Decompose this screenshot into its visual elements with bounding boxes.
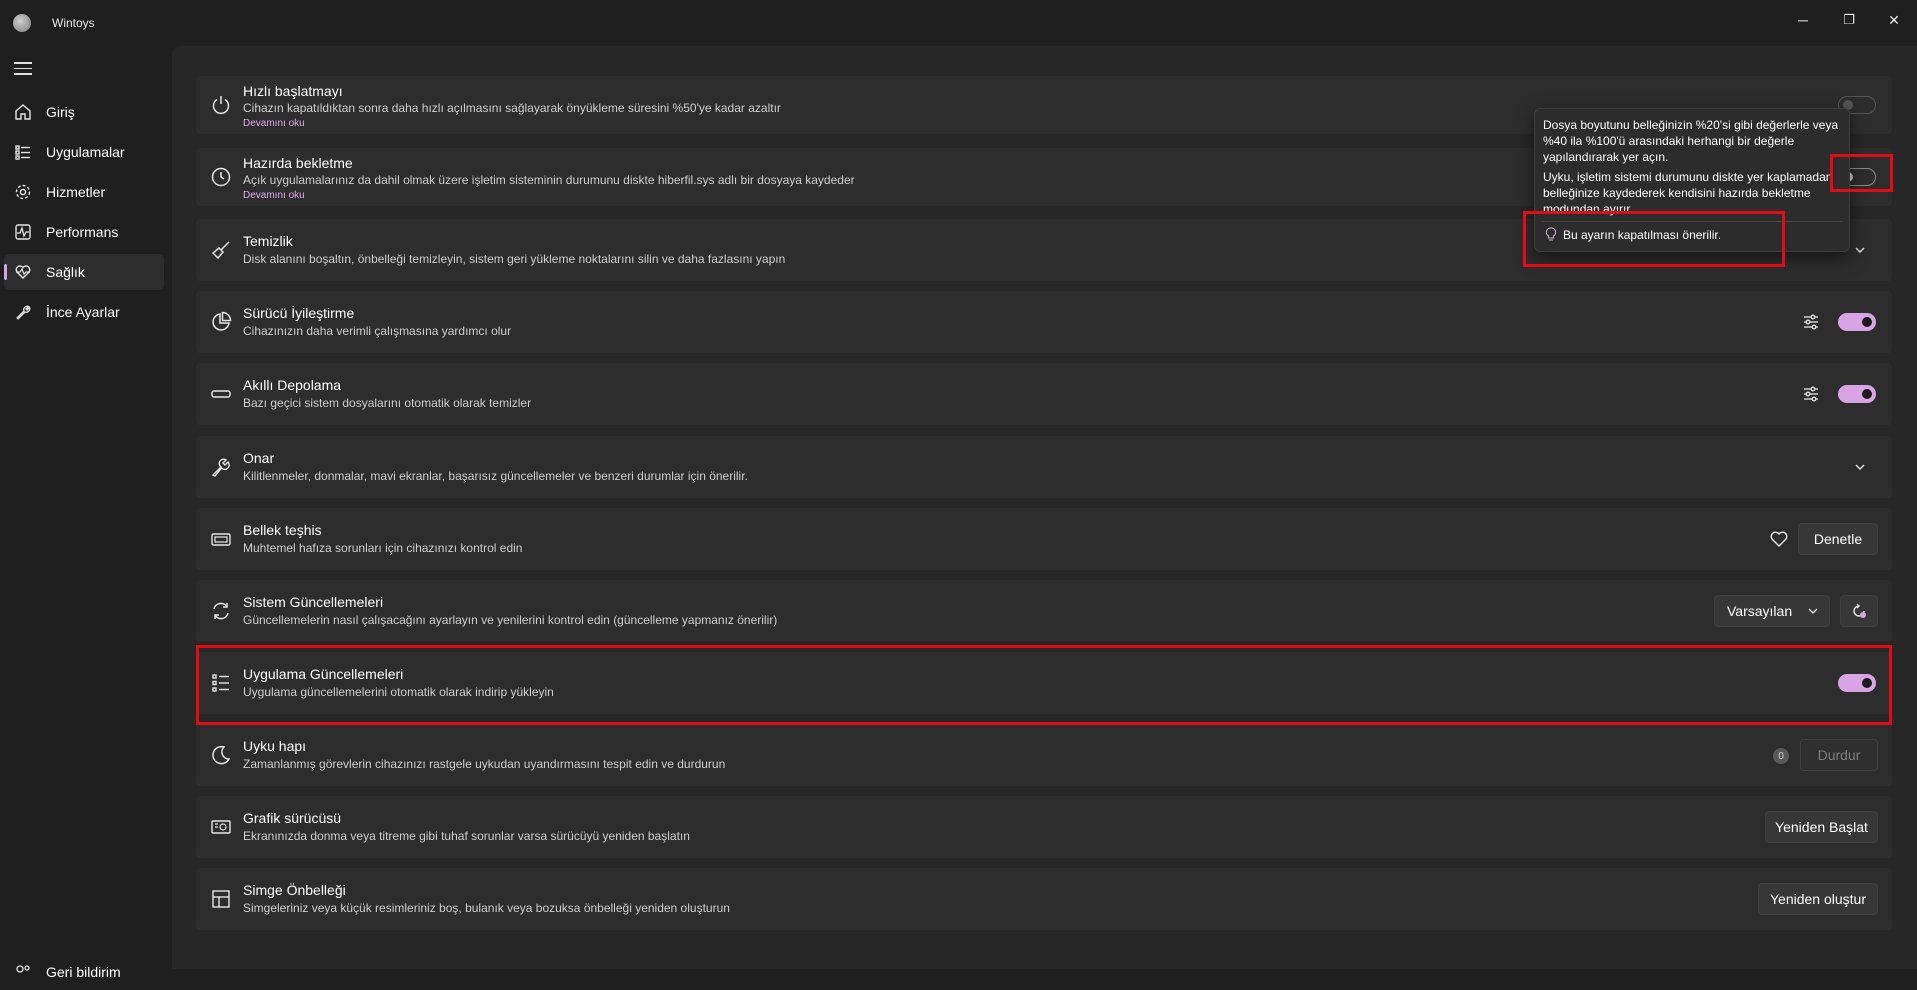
app-logo-icon [13,14,31,32]
sidebar-item-label: Sağlık [46,264,85,280]
setting-title: Hazırda bekletme [243,155,353,171]
highlight-box-tooltip-hint [1523,211,1785,267]
moon-icon [212,745,231,765]
setting-description: Kilitlenmeler, donmalar, mavi ekranlar, … [243,469,748,483]
sidebar-item-health[interactable]: Sağlık [4,254,164,290]
pie-chart-icon [212,311,232,331]
sidebar-item-label: Giriş [46,104,75,120]
setting-card-repair[interactable]: Onar Kilitlenmeler, donmalar, mavi ekran… [196,436,1892,498]
setting-card-system-updates: Sistem Güncellemeleri Güncellemelerin na… [196,580,1892,642]
tooltip-text-1: Dosya boyutunu belleğinizin %20'si gibi … [1543,118,1839,164]
tooltip-text-2: Uyku, işletim sistemi durumunu diskte ye… [1543,170,1833,216]
wrench-icon [211,458,230,477]
home-icon [15,104,31,120]
graphics-card-icon [211,820,231,834]
gear-icon [15,184,31,200]
setting-description: Muhtemel hafıza sorunları için cihazınız… [243,541,523,555]
minimize-button[interactable]: ─ [1780,6,1826,34]
setting-card-icon-cache: Simge Önbelleği Simgeleriniz veya küçük … [196,868,1892,930]
rebuild-cache-button[interactable]: Yeniden oluştur [1758,883,1878,915]
update-mode-select[interactable]: Varsayılan [1714,595,1830,627]
sidebar-item-apps[interactable]: Uygulamalar [4,134,164,170]
close-button[interactable]: ✕ [1871,6,1917,34]
hamburger-menu-icon[interactable] [14,62,32,76]
sidebar-item-label: Performans [46,224,119,240]
setting-title: Sürücü İyileştirme [243,305,355,321]
clock-icon [211,167,231,187]
setting-title: Akıllı Depolama [243,377,342,393]
restart-driver-button[interactable]: Yeniden Başlat [1765,811,1878,843]
app-title: Wintoys [52,16,95,30]
wrench-icon [16,305,31,320]
setting-description: Ekranınızda donma veya titreme gibi tuha… [243,829,690,843]
setting-title: Simge Önbelleği [243,882,346,898]
stop-button[interactable]: Durdur [1800,739,1878,771]
setting-description: Cihazınızın daha verimli çalışmasına yar… [243,324,512,338]
settings-sliders-icon[interactable] [1802,385,1820,403]
storage-sense-toggle[interactable] [1838,385,1876,403]
sidebar-item-feedback[interactable]: Geri bildirim [4,954,164,990]
broom-icon [211,241,230,260]
sidebar-item-label: Uygulamalar [46,144,125,160]
count-badge: 0 [1773,748,1789,764]
setting-card-sleep-pill: Uyku hapı Zamanlanmış görevlerin cihazın… [196,724,1892,786]
setting-description: Simgeleriniz veya küçük resimleriniz boş… [243,901,730,915]
refresh-icon [1853,603,1866,618]
pulse-icon [15,224,31,240]
check-button[interactable]: Denetle [1798,523,1878,555]
setting-card-graphics-driver: Grafik sürücüsü Ekranınızda donma veya t… [196,796,1892,858]
heart-icon[interactable] [1769,529,1789,549]
setting-description: Cihazın kapatıldıktan sonra daha hızlı a… [243,101,781,115]
sidebar-item-label: İnce Ayarlar [46,304,120,320]
highlight-box-app-updates [196,645,1892,725]
setting-title: Bellek teşhis [243,522,322,538]
setting-description: Zamanlanmış görevlerin cihazınızı rastge… [243,757,726,771]
check-updates-button[interactable] [1840,595,1878,627]
maximize-button[interactable]: ❐ [1826,6,1872,34]
setting-description: Güncellemelerin nasıl çalışacağını ayarl… [243,613,778,627]
read-more-link[interactable]: Devamını oku [243,190,305,201]
title-bar: Wintoys ─ ❐ ✕ [0,0,1917,46]
sidebar-item-home[interactable]: Giriş [4,94,164,130]
highlight-box-toggle [1830,154,1893,192]
sidebar-item-performance[interactable]: Performans [4,214,164,250]
memory-chip-icon [211,533,231,546]
sync-icon [213,602,229,620]
sidebar-item-services[interactable]: Hizmetler [4,174,164,210]
heart-pulse-icon [15,265,31,279]
setting-title: Sistem Güncellemeleri [243,594,384,610]
setting-description: Disk alanını boşaltın, önbelleği temizle… [243,252,786,266]
sidebar-item-label: Geri bildirim [46,964,121,980]
setting-title: Uyku hapı [243,738,307,754]
sidebar-item-tweaks[interactable]: İnce Ayarlar [4,294,164,330]
drive-optimization-toggle[interactable] [1838,313,1876,331]
setting-card-storage-sense: Akıllı Depolama Bazı geçici sistem dosya… [196,363,1892,425]
sidebar-item-label: Hizmetler [46,184,106,200]
setting-title: Temizlik [243,233,293,249]
apps-list-icon [15,145,30,160]
settings-sliders-icon[interactable] [1802,313,1820,331]
setting-description: Açık uygulamalarınız da dahil olmak üzer… [243,173,855,187]
setting-title: Grafik sürücüsü [243,810,342,826]
setting-title: Hızlı başlatmayı [243,83,343,99]
drive-icon [211,390,231,398]
setting-description: Bazı geçici sistem dosyalarını otomatik … [243,396,532,410]
chevron-down-icon [1808,608,1818,614]
active-indicator [4,264,7,280]
setting-card-memory-diagnostic: Bellek teşhis Muhtemel hafıza sorunları … [196,508,1892,570]
setting-card-drive-optimization: Sürücü İyileştirme Cihazınızın daha veri… [196,291,1892,353]
feedback-icon [16,965,30,973]
setting-title: Onar [243,450,275,466]
chevron-down-icon[interactable] [1852,459,1868,475]
chevron-down-icon[interactable] [1852,242,1868,258]
read-more-link[interactable]: Devamını oku [243,118,305,129]
select-value: Varsayılan [1727,603,1793,619]
power-icon [212,96,230,115]
layout-icon [212,890,230,908]
